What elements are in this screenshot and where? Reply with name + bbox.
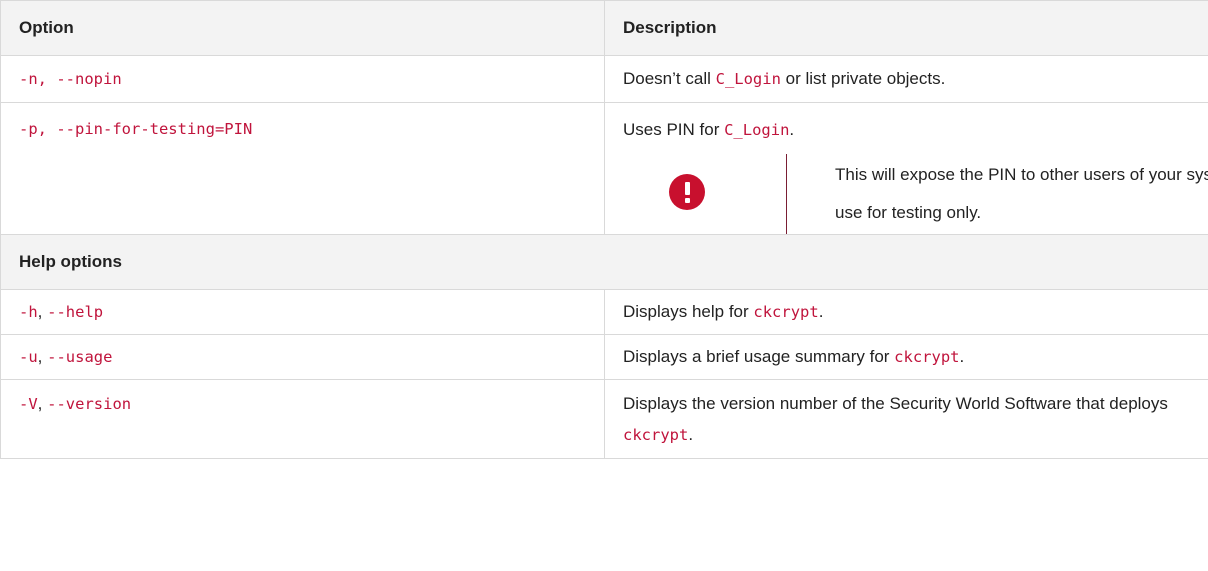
- option-cell: -u, --usage: [0, 334, 605, 380]
- description-cell: Displays the version number of the Secur…: [604, 379, 1208, 459]
- description-text: Displays a brief usage summary for: [623, 347, 895, 366]
- option-code: --version: [47, 395, 132, 413]
- exclamation-circle-icon: [669, 174, 705, 210]
- option-code: --help: [47, 303, 104, 321]
- table-row: -V, --version Displays the version numbe…: [0, 379, 1208, 459]
- description-cell: Displays help for ckcrypt.: [604, 289, 1208, 335]
- description-text: .: [789, 120, 795, 139]
- option-cell: -h, --help: [0, 289, 605, 335]
- description-cell: Doesn’t call C_Login or list private obj…: [604, 55, 1208, 103]
- description-text: Uses PIN for: [623, 120, 725, 139]
- description-text: Displays the version number of the Secur…: [623, 394, 1168, 413]
- description-text: Displays help for: [623, 302, 754, 321]
- description-text: .: [818, 302, 824, 321]
- warning-admonition: This will expose the PIN to other users …: [623, 154, 1208, 234]
- description-text: or list private objects.: [780, 69, 946, 88]
- option-cell: -n, --nopin: [0, 55, 605, 103]
- option-code: -u: [19, 348, 38, 366]
- option-cell: -p, --pin-for-testing=PIN: [0, 102, 605, 235]
- option-cell: -V, --version: [0, 379, 605, 459]
- inline-code: ckcrypt: [753, 303, 819, 321]
- inline-code: C_Login: [715, 70, 781, 88]
- inline-code: C_Login: [724, 121, 790, 139]
- table-header-row: Option Description: [0, 0, 1208, 56]
- options-table: Option Description -n, --nopin Doesn’t c…: [0, 0, 1208, 459]
- option-code: --usage: [47, 348, 113, 366]
- option-separator: ,: [37, 347, 48, 366]
- inline-code: ckcrypt: [623, 426, 689, 444]
- option-code: -V: [19, 395, 38, 413]
- option-separator: ,: [37, 302, 48, 321]
- warning-text: This will expose the PIN to other users …: [835, 165, 1208, 222]
- option-separator: ,: [37, 394, 48, 413]
- description-text: .: [688, 425, 694, 444]
- description-text: .: [959, 347, 965, 366]
- section-heading: Help options: [0, 234, 1208, 290]
- option-code: -n, --nopin: [19, 70, 122, 88]
- table-row: -p, --pin-for-testing=PIN Uses PIN for C…: [0, 102, 1208, 235]
- header-option: Option: [0, 0, 605, 56]
- table-row: -h, --help Displays help for ckcrypt.: [0, 289, 1208, 335]
- table-row: -u, --usage Displays a brief usage summa…: [0, 334, 1208, 380]
- table-row: -n, --nopin Doesn’t call C_Login or list…: [0, 55, 1208, 103]
- section-row: Help options: [0, 234, 1208, 290]
- option-code: -h: [19, 303, 38, 321]
- inline-code: ckcrypt: [894, 348, 960, 366]
- header-description: Description: [604, 0, 1208, 56]
- description-cell: Displays a brief usage summary for ckcry…: [604, 334, 1208, 380]
- description-text: Doesn’t call: [623, 69, 716, 88]
- description-cell: Uses PIN for C_Login. This will expose t…: [604, 102, 1208, 235]
- option-code: -p, --pin-for-testing=PIN: [19, 120, 253, 138]
- warning-divider: [786, 154, 787, 234]
